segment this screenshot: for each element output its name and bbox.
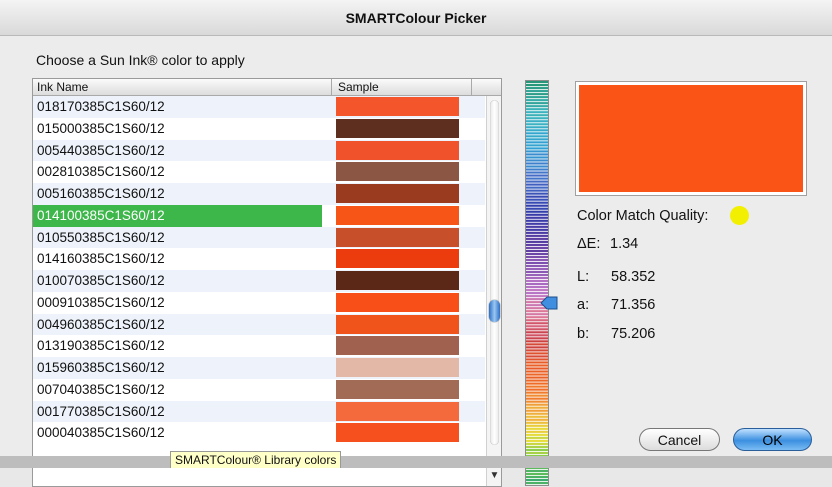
color-preview [575, 81, 807, 196]
delta-e-label: ΔE: [577, 236, 601, 252]
table-row[interactable]: 005440385C1S60/12 [33, 139, 485, 162]
ink-name: 018170385C1S60/12 [37, 99, 165, 114]
ink-sample-swatch [336, 205, 459, 225]
ink-sample-swatch [336, 423, 459, 443]
cancel-button[interactable]: Cancel [639, 428, 720, 451]
table-header: Ink Name Sample [33, 79, 501, 96]
ink-name: 001770385C1S60/12 [37, 403, 165, 419]
ink-sample-swatch [336, 162, 459, 182]
scroll-track[interactable] [490, 100, 499, 445]
table-rows: 018170385C1S60/12 015000385C1S60/12 005440… [33, 96, 485, 444]
prompt-text: Choose a Sun Ink® color to apply [36, 52, 245, 68]
color-preview-swatch [579, 85, 803, 192]
ink-sample-swatch [336, 140, 459, 160]
ink-sample-swatch [336, 249, 459, 269]
a-label: a: [577, 297, 590, 313]
ink-sample-swatch [336, 118, 459, 138]
ink-sample-swatch [336, 292, 459, 312]
table-row[interactable]: 005160385C1S60/12 [33, 183, 485, 205]
tooltip: SMARTColour® Library colors [170, 451, 342, 468]
ink-name: 000910385C1S60/12 [37, 294, 165, 310]
ink-sample-swatch [336, 358, 459, 377]
ink-sample-swatch [336, 401, 459, 421]
ink-name: 010070385C1S60/12 [37, 273, 165, 288]
ink-sample-swatch [336, 184, 459, 203]
ink-name: 015960385C1S60/12 [37, 360, 165, 375]
column-divider [471, 79, 472, 95]
ink-sample-swatch [336, 314, 459, 334]
table-row-selected[interactable]: 014100385C1S60/12 [33, 204, 485, 227]
table-row[interactable]: 018170385C1S60/12 [33, 96, 485, 118]
ok-button[interactable]: OK [733, 428, 812, 451]
b-value: 75.206 [611, 326, 656, 342]
ink-name: 005440385C1S60/12 [37, 142, 165, 158]
ink-sample-swatch [336, 97, 459, 116]
ink-sample-swatch [336, 271, 459, 290]
ink-sample-swatch [336, 227, 459, 247]
l-value: 58.352 [611, 269, 656, 285]
color-ramp-image [526, 81, 548, 485]
table-row[interactable]: 007040385C1S60/12 [33, 378, 485, 401]
scroll-thumb[interactable] [489, 300, 500, 323]
scroll-down-arrow-icon[interactable]: ▼ [489, 468, 500, 483]
ink-name: 002810385C1S60/12 [37, 164, 165, 180]
table-row[interactable]: 004960385C1S60/12 [33, 313, 485, 336]
b-label: b: [577, 326, 590, 342]
l-label: L: [577, 269, 590, 285]
ink-name: 005160385C1S60/12 [37, 186, 165, 201]
ink-sample-swatch [336, 379, 459, 399]
table-row[interactable]: 000910385C1S60/12 [33, 291, 485, 314]
ink-name: 010550385C1S60/12 [37, 229, 165, 245]
delta-e-value: 1.34 [610, 236, 639, 252]
table-row[interactable]: 015960385C1S60/12 [33, 357, 485, 379]
ink-name: 014100385C1S60/12 [37, 207, 165, 223]
ramp-marker-icon[interactable] [540, 296, 558, 310]
window-title: SMARTColour Picker [0, 0, 832, 36]
a-value: 71.356 [611, 297, 656, 313]
table-row[interactable]: 015000385C1S60/12 [33, 117, 485, 140]
table-row[interactable]: 013190385C1S60/12 [33, 335, 485, 357]
ink-name: 007040385C1S60/12 [37, 381, 165, 397]
match-quality-label: Color Match Quality: [577, 208, 709, 224]
ink-name: 000040385C1S60/12 [37, 425, 165, 441]
table-row[interactable]: 001770385C1S60/12 [33, 400, 485, 423]
status-strip [0, 456, 832, 468]
ink-name: 013190385C1S60/12 [37, 338, 165, 354]
ink-name: 004960385C1S60/12 [37, 316, 165, 332]
column-header-sample[interactable]: Sample [338, 80, 379, 94]
dialog-body: Choose a Sun Ink® color to apply Ink Nam… [0, 36, 832, 487]
table-row[interactable]: 010070385C1S60/12 [33, 270, 485, 292]
table-row[interactable]: 000040385C1S60/12 [33, 422, 485, 444]
vertical-scrollbar[interactable]: ▲ ▼ [486, 96, 501, 486]
column-header-ink-name[interactable]: Ink Name [37, 80, 88, 94]
ink-table: Ink Name Sample 018170385C1S60/12 0150003… [32, 78, 502, 487]
table-row[interactable]: 010550385C1S60/12 [33, 226, 485, 249]
color-ramp-slider[interactable] [525, 80, 549, 486]
match-quality-indicator [730, 206, 749, 225]
table-row[interactable]: 002810385C1S60/12 [33, 161, 485, 183]
ink-sample-swatch [336, 336, 459, 356]
table-row[interactable]: 014160385C1S60/12 [33, 248, 485, 270]
ink-name: 015000385C1S60/12 [37, 120, 165, 136]
column-divider [331, 79, 332, 95]
ink-name: 014160385C1S60/12 [37, 251, 165, 267]
